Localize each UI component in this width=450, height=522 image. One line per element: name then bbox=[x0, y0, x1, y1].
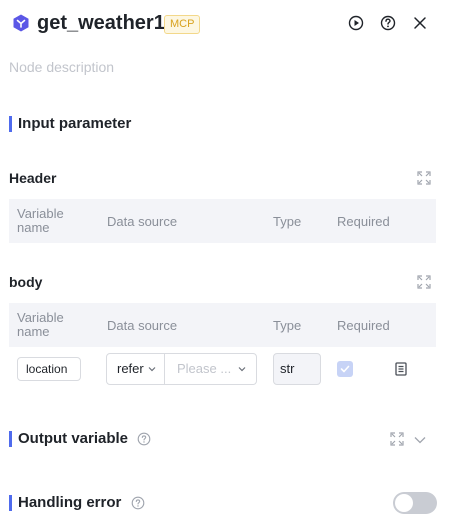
table-row: location refer Please ... str bbox=[9, 352, 436, 386]
checkmark-icon bbox=[340, 365, 350, 373]
column-type: Type bbox=[273, 318, 302, 333]
type-field: str bbox=[273, 353, 321, 385]
help-icon bbox=[380, 15, 396, 31]
source-mode-label: refer bbox=[117, 361, 144, 376]
help-icon[interactable] bbox=[131, 496, 145, 510]
source-variable-placeholder[interactable]: Please ... bbox=[177, 354, 231, 384]
body-section-title: body bbox=[9, 274, 43, 290]
run-icon bbox=[348, 15, 364, 31]
close-icon bbox=[414, 17, 426, 29]
output-variable-title[interactable]: Output variable bbox=[9, 431, 151, 447]
chevron-down-icon bbox=[238, 367, 246, 372]
column-type: Type bbox=[273, 214, 302, 229]
column-required: Required bbox=[337, 318, 390, 333]
chevron-down-icon[interactable] bbox=[412, 432, 428, 448]
required-checkbox bbox=[337, 361, 353, 377]
expand-icon[interactable] bbox=[389, 431, 405, 447]
column-required: Required bbox=[337, 214, 390, 229]
node-header: get_weather1 MCP bbox=[0, 0, 450, 46]
body-table-head: Variable name Data source Type Required bbox=[9, 303, 436, 347]
header-section-title: Header bbox=[9, 170, 57, 186]
handling-error-toggle[interactable] bbox=[393, 492, 437, 514]
input-parameter-title: Input parameter bbox=[9, 116, 131, 132]
help-button[interactable] bbox=[379, 14, 397, 32]
run-button[interactable] bbox=[347, 14, 365, 32]
close-button[interactable] bbox=[411, 14, 429, 32]
data-source-select[interactable]: refer Please ... bbox=[106, 353, 257, 385]
source-mode-select[interactable]: refer bbox=[107, 354, 165, 384]
variable-name-input[interactable]: location bbox=[17, 357, 81, 381]
document-icon[interactable] bbox=[393, 361, 409, 377]
mcp-node-icon bbox=[13, 14, 29, 32]
column-variable-name: Variable name bbox=[17, 310, 64, 339]
mcp-badge: MCP bbox=[164, 15, 201, 34]
handling-error-title: Handling error bbox=[9, 495, 145, 511]
output-variable-label: Output variable bbox=[18, 430, 129, 447]
node-title[interactable]: get_weather1 bbox=[37, 12, 165, 35]
header-table-head: Variable name Data source Type Required bbox=[9, 199, 436, 243]
chevron-down-icon bbox=[148, 367, 156, 372]
expand-icon[interactable] bbox=[416, 274, 432, 290]
column-variable-name: Variable name bbox=[17, 206, 64, 235]
handling-error-label: Handling error bbox=[18, 494, 122, 511]
column-data-source: Data source bbox=[107, 214, 178, 229]
node-description-input[interactable]: Node description bbox=[9, 59, 114, 75]
expand-icon[interactable] bbox=[416, 170, 432, 186]
help-icon[interactable] bbox=[137, 432, 151, 446]
column-data-source: Data source bbox=[107, 318, 178, 333]
toggle-knob bbox=[395, 494, 413, 512]
